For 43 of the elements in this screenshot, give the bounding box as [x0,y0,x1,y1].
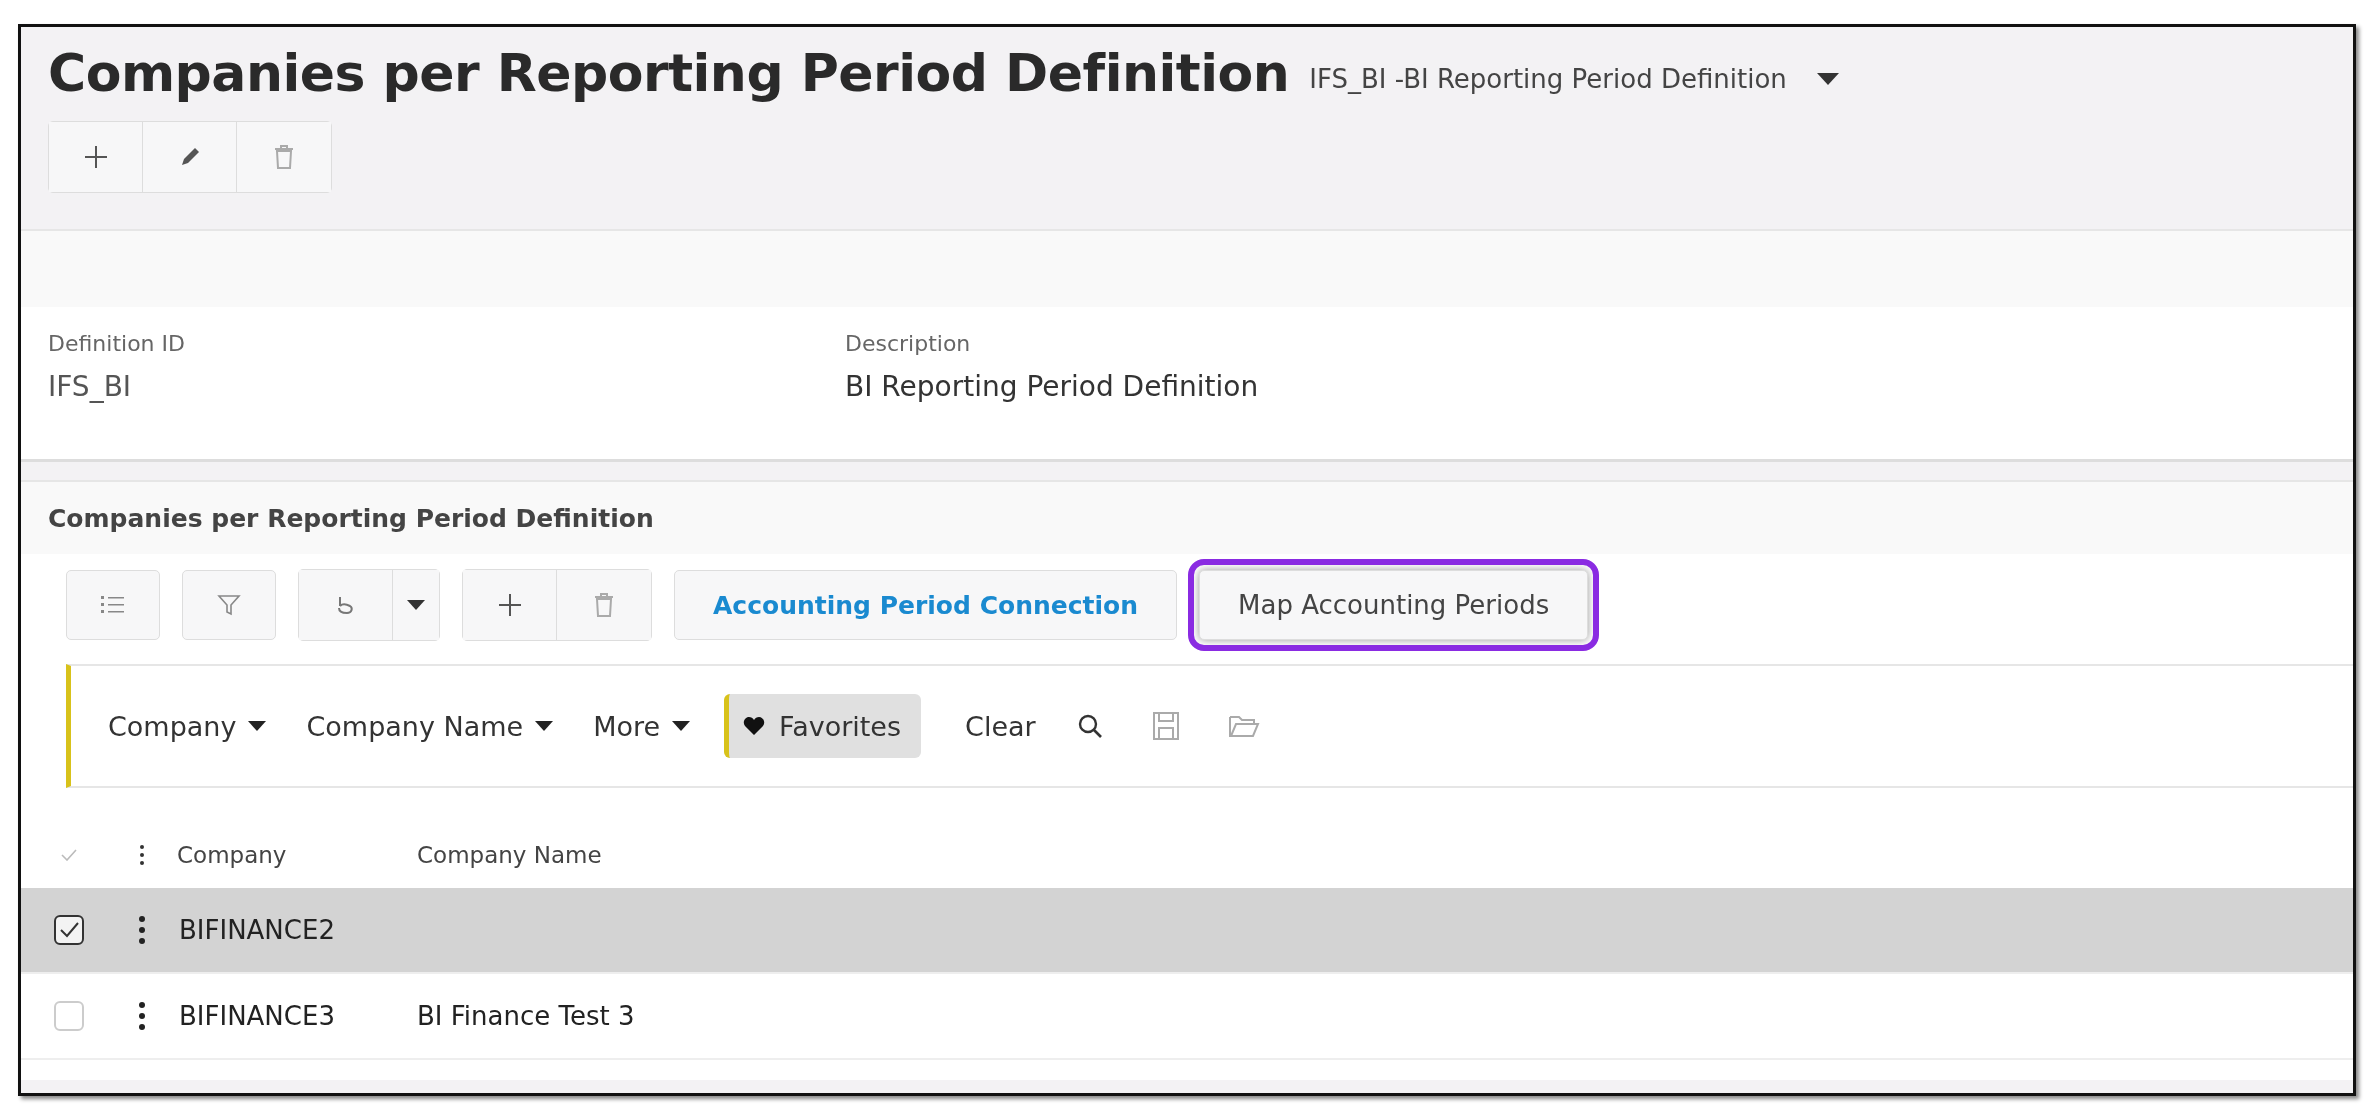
check-icon [61,849,77,861]
table-cell: BIFINANCE3 [179,1001,335,1031]
field-value: BI Reporting Period Definition [845,370,1259,403]
more-vertical-icon [139,844,145,866]
heart-icon [743,716,766,736]
filter-dropdown[interactable]: Company [108,710,267,742]
table-cell: BIFINANCE2 [179,915,335,945]
column-header[interactable]: Company Name [417,842,602,868]
plus-icon [82,144,109,170]
field-label: Description [845,331,972,356]
table-cell: BI Finance Test 3 [417,1001,635,1031]
open-folder-button[interactable] [1227,713,1260,739]
add-button[interactable] [463,570,557,640]
filter-icon [217,593,241,617]
list-view-button[interactable] [66,570,160,640]
field-label: Definition ID [48,331,186,356]
trash-icon [593,592,615,618]
filter-button[interactable] [182,570,276,640]
caret-icon [407,600,425,610]
more-vertical-icon[interactable] [138,915,146,945]
record-selector[interactable]: IFS_BI -BI Reporting Period Definition [1309,64,1839,94]
trash-icon [273,144,295,170]
command-link-button[interactable]: Accounting Period Connection [674,570,1177,640]
folder-icon [1227,713,1260,739]
caret-icon [672,721,691,731]
plus-icon [496,592,523,618]
filter-dropdown[interactable]: More [593,710,691,742]
panel-title: Companies per Reporting Period Definition [48,503,654,533]
filter-dropdown[interactable]: Company Name [306,710,554,742]
caret-icon [535,721,554,731]
row-checkbox[interactable] [54,915,84,945]
add-button[interactable] [49,122,143,192]
check-icon [58,921,80,939]
list-icon [101,595,125,615]
favorites-button[interactable]: Favorites [724,694,922,758]
field-value: IFS_BI [48,370,133,403]
clear-button[interactable]: Clear [965,710,1036,742]
more-vertical-icon[interactable] [138,1001,146,1031]
caret-icon [248,721,267,731]
save-button[interactable] [1151,711,1180,741]
caret-icon [1816,73,1839,85]
column-header[interactable]: Company [177,842,417,868]
page-title: Companies per Reporting Period Definition [48,43,1290,103]
